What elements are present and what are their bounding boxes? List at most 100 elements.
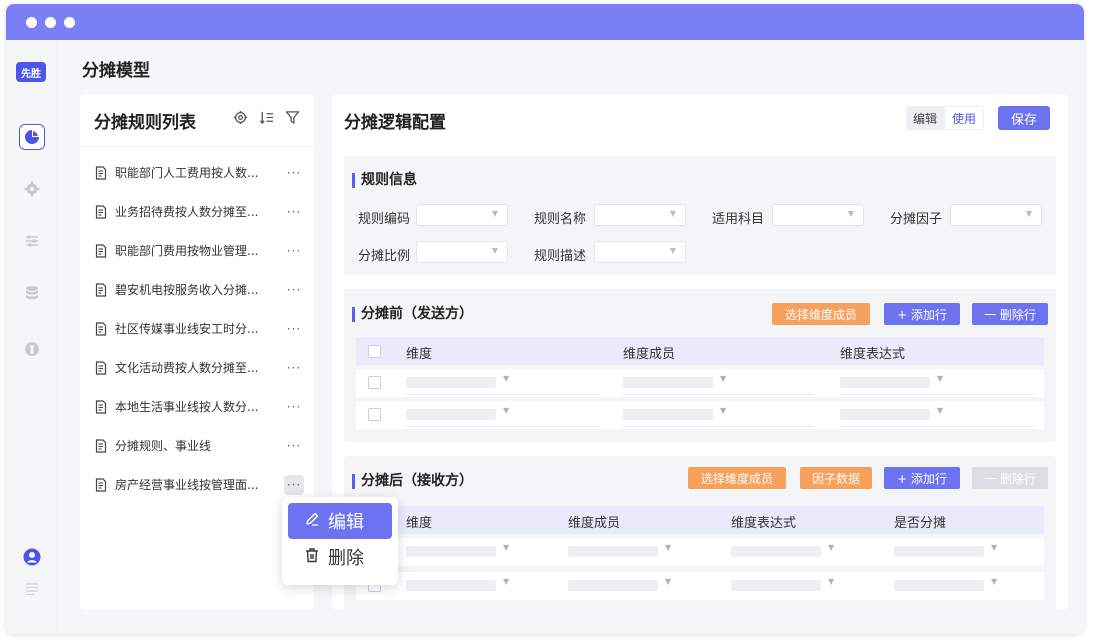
rule-list-item[interactable]: 分摊规则、事业线 ··· xyxy=(80,426,314,465)
more-options-icon[interactable]: ··· xyxy=(284,241,304,261)
rule-list-item-label: 分摊规则、事业线 xyxy=(115,439,212,453)
more-options-icon[interactable]: ··· xyxy=(284,202,304,222)
database-icon[interactable] xyxy=(19,280,45,306)
expression-select[interactable] xyxy=(840,409,930,420)
app-window: 先胜 分摊模型 分摊规则列表 职能部门人工费用按人数... ··· 业务招待费按… xyxy=(6,4,1084,634)
caret-down-icon: ▼ xyxy=(503,374,510,383)
document-icon xyxy=(94,438,108,453)
row-checkbox[interactable] xyxy=(368,408,381,421)
add-row-button[interactable]: + 添加行 xyxy=(884,303,960,325)
receiver-table-header: 维度 维度成员 维度表达式 是否分摊 xyxy=(356,506,1044,534)
caret-down-icon: ▼ xyxy=(720,406,727,415)
rule-list-item[interactable]: 碧安机电按服务收入分摊... ··· xyxy=(80,270,314,309)
member-select[interactable] xyxy=(568,546,658,557)
rule-list-item-label: 碧安机电按服务收入分摊... xyxy=(115,283,259,297)
gear-icon[interactable] xyxy=(19,176,45,202)
ratio-select[interactable]: ▼ xyxy=(416,241,508,263)
mode-edit-tab[interactable]: 编辑 xyxy=(906,106,945,130)
factor-select[interactable]: ▼ xyxy=(950,204,1042,226)
add-row-button[interactable]: + 添加行 xyxy=(884,467,960,489)
more-options-icon[interactable]: ··· xyxy=(284,319,304,339)
window-maximize-dot[interactable] xyxy=(64,16,75,28)
filter-icon[interactable] xyxy=(285,110,300,129)
delete-row-button[interactable]: 一 删除行 xyxy=(972,303,1048,325)
bulb-icon[interactable] xyxy=(19,336,45,362)
column-header: 维度表达式 xyxy=(731,516,797,531)
expression-select[interactable] xyxy=(731,546,821,557)
expression-select[interactable] xyxy=(840,377,930,388)
select-dimension-members-button[interactable]: 选择维度成员 xyxy=(772,303,870,325)
rule-list-item-label: 本地生活事业线按人数分... xyxy=(115,400,259,414)
more-options-icon[interactable]: ··· xyxy=(284,280,304,300)
mode-use-tab[interactable]: 使用 xyxy=(944,106,985,130)
rule-list-title: 分摊规则列表 xyxy=(94,113,196,133)
save-button[interactable]: 保存 xyxy=(998,106,1050,130)
delete-row-button[interactable]: 一 删除行 xyxy=(972,467,1048,489)
more-options-icon[interactable]: ··· xyxy=(284,397,304,417)
caret-down-icon: ▼ xyxy=(1025,209,1032,218)
more-options-icon[interactable]: ··· xyxy=(284,474,304,495)
dimension-select[interactable] xyxy=(406,377,496,388)
rule-name-label: 规则名称 xyxy=(534,212,587,227)
dimension-select[interactable] xyxy=(406,409,496,420)
settings-icon[interactable] xyxy=(233,110,248,129)
menu-item-edit[interactable]: 编辑 xyxy=(288,503,392,539)
rule-list-item-label: 职能部门人工费用按人数... xyxy=(115,166,259,180)
window-close-dot[interactable] xyxy=(26,16,37,28)
rule-list-panel: 分摊规则列表 职能部门人工费用按人数... ··· 业务招待费按人数分摊至... ··… xyxy=(80,94,314,610)
document-icon xyxy=(94,321,108,336)
rule-list-item[interactable]: 社区传媒事业线安工时分... ··· xyxy=(80,309,314,348)
more-options-icon[interactable]: ··· xyxy=(284,358,304,378)
more-options-icon[interactable]: ··· xyxy=(284,436,304,456)
rule-list-item[interactable]: 文化活动费按人数分摊至... ··· xyxy=(80,348,314,387)
divider xyxy=(840,426,1034,427)
desc-select[interactable]: ▼ xyxy=(594,241,686,263)
subject-select[interactable]: ▼ xyxy=(772,204,864,226)
rule-list-item[interactable]: 房产经营事业线按管理面... ··· xyxy=(80,465,314,504)
table-row: ▼ ▼ ▼ xyxy=(356,369,1044,397)
dimension-select[interactable] xyxy=(406,546,496,557)
user-icon[interactable] xyxy=(19,544,45,570)
rule-list-item[interactable]: 业务招待费按人数分摊至... ··· xyxy=(80,192,314,231)
factor-data-button[interactable]: 因子数据 xyxy=(800,467,872,489)
more-options-icon[interactable]: ··· xyxy=(284,163,304,183)
document-icon xyxy=(94,243,108,258)
member-select[interactable] xyxy=(568,580,658,591)
table-row: ▼ ▼ ▼ xyxy=(356,401,1044,429)
context-menu: 编辑 删除 xyxy=(282,497,398,585)
row-checkbox[interactable] xyxy=(368,376,381,389)
sliders-icon[interactable] xyxy=(19,228,45,254)
member-select[interactable] xyxy=(623,377,713,388)
window-minimize-dot[interactable] xyxy=(45,16,56,28)
menu-lines-icon[interactable] xyxy=(19,576,45,602)
rule-code-select[interactable]: ▼ xyxy=(416,204,508,226)
rule-list-toolbar xyxy=(233,110,300,129)
allocate-select[interactable] xyxy=(894,580,984,591)
caret-down-icon: ▼ xyxy=(828,577,835,586)
member-select[interactable] xyxy=(623,409,713,420)
rule-list-item[interactable]: 本地生活事业线按人数分... ··· xyxy=(80,387,314,426)
divider xyxy=(406,426,596,427)
menu-item-delete[interactable]: 删除 xyxy=(288,539,392,575)
rule-name-select[interactable]: ▼ xyxy=(594,204,686,226)
config-panel: 分摊逻辑配置 编辑 使用 保存 规则信息 规则编码 ▼ 规则名称 ▼ 适用科目 … xyxy=(332,94,1068,610)
select-dimension-members-button[interactable]: 选择维度成员 xyxy=(688,467,786,489)
caret-down-icon: ▼ xyxy=(503,543,510,552)
select-all-checkbox[interactable] xyxy=(368,345,381,358)
rule-info-section: 规则信息 规则编码 ▼ 规则名称 ▼ 适用科目 ▼ 分摊因子 ▼ 分摊比例 ▼ … xyxy=(344,156,1056,275)
table-row: ▼ ▼ ▼ ▼ xyxy=(356,572,1044,600)
pie-chart-icon[interactable] xyxy=(19,124,45,150)
dimension-select[interactable] xyxy=(406,580,496,591)
document-icon xyxy=(94,360,108,375)
caret-down-icon: ▼ xyxy=(937,406,944,415)
rule-list-item[interactable]: 职能部门费用按物业管理... ··· xyxy=(80,231,314,270)
trash-icon xyxy=(304,547,320,568)
rule-list-item[interactable]: 职能部门人工费用按人数... ··· xyxy=(80,153,314,192)
caret-down-icon: ▼ xyxy=(491,209,498,218)
allocate-select[interactable] xyxy=(894,546,984,557)
expression-select[interactable] xyxy=(731,580,821,591)
title-bar xyxy=(6,4,1084,40)
caret-down-icon: ▼ xyxy=(503,577,510,586)
divider xyxy=(623,394,813,395)
sort-icon[interactable] xyxy=(259,110,274,129)
